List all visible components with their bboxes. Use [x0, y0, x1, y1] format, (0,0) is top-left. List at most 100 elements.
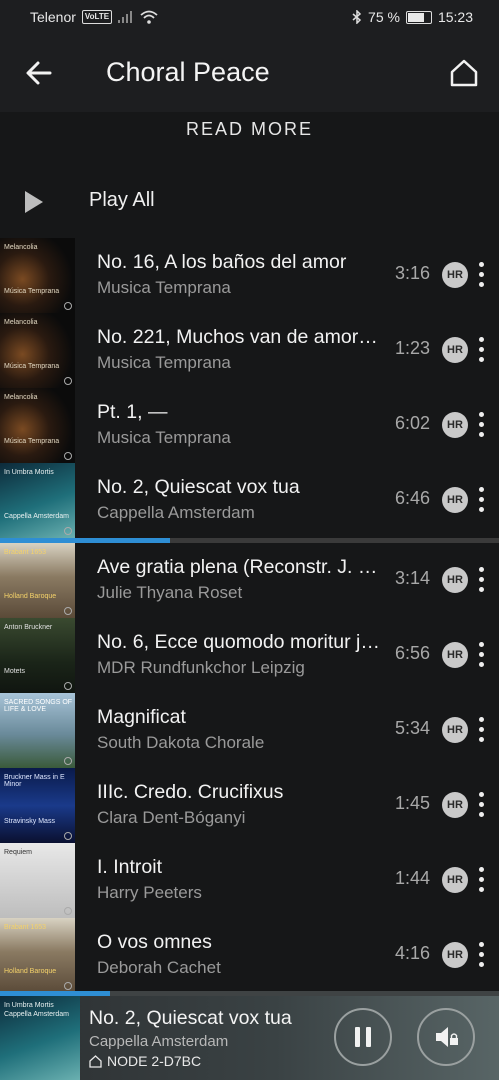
now-playing-art-title: In Umbra Mortis — [4, 1002, 54, 1009]
track-row[interactable]: Melancolia Música Temprana No. 16, A los b… — [0, 238, 499, 313]
more-options-icon[interactable] — [477, 867, 487, 895]
track-duration: 6:56 — [394, 643, 430, 663]
hi-res-badge: HR — [442, 487, 468, 513]
track-duration: 6:02 — [394, 413, 430, 433]
track-artist: Julie Thyana Roset — [97, 583, 243, 602]
track-duration: 3:16 — [394, 263, 430, 283]
track-artist: Musica Temprana — [97, 278, 231, 297]
album-art-subtitle: Cappella Amsterdam — [4, 513, 69, 520]
hi-res-badge: HR — [442, 567, 468, 593]
volte-badge: VoLTE — [81, 10, 113, 24]
track-row[interactable]: SACRED SONGS OF LIFE & LOVE Magnificat Sou… — [0, 693, 499, 768]
track-duration: 4:16 — [394, 943, 430, 963]
album-art: Requiem — [0, 843, 75, 918]
track-row[interactable]: Melancolia Música Temprana No. 221, Muchos… — [0, 313, 499, 388]
track-row[interactable]: In Umbra Mortis Cappella Amsterdam No. 2, … — [0, 463, 499, 538]
hi-res-badge: HR — [442, 867, 468, 893]
album-art-title: Melancolia — [4, 394, 38, 401]
album-art-subtitle: Música Temprana — [4, 438, 60, 445]
now-playing-art-sub: Cappella Amsterdam — [4, 1011, 69, 1018]
pause-button[interactable] — [334, 1008, 392, 1066]
wifi-icon — [140, 10, 158, 24]
now-playing-artist: Cappella Amsterdam — [89, 1033, 229, 1050]
album-art-subtitle: Música Temprana — [4, 363, 60, 370]
hi-res-badge: HR — [442, 642, 468, 668]
play-all-row[interactable]: Play All — [0, 176, 499, 226]
album-art: SACRED SONGS OF LIFE & LOVE — [0, 693, 75, 768]
album-art-subtitle: Holland Baroque — [4, 968, 57, 975]
track-row[interactable]: Bruckner Mass in E Minor Stravinsky Mass I… — [0, 768, 499, 843]
track-row[interactable]: Anton Bruckner Motets No. 6, Ecce quomodo … — [0, 618, 499, 693]
track-artist: South Dakota Chorale — [97, 733, 265, 752]
read-more-button[interactable]: READ MORE — [0, 119, 499, 140]
album-art-title: SACRED SONGS OF LIFE & LOVE — [4, 699, 73, 713]
home-icon — [89, 1054, 102, 1068]
track-list: Melancolia Música Temprana No. 16, A los b… — [0, 238, 499, 993]
more-options-icon[interactable] — [477, 642, 487, 670]
track-artist: Musica Temprana — [97, 428, 231, 447]
track-row[interactable]: Brabant 1653 Holland Baroque O vos omnes De… — [0, 918, 499, 993]
page-title: Choral Peace — [106, 57, 270, 87]
play-all-label: Play All — [89, 189, 155, 211]
album-art: Melancolia Música Temprana — [0, 313, 75, 388]
album-art-dot — [64, 682, 72, 690]
album-art-title: Brabant 1653 — [4, 924, 47, 931]
track-duration: 1:45 — [394, 793, 430, 813]
album-art: Brabant 1653 Holland Baroque — [0, 543, 75, 618]
track-duration: 6:46 — [394, 488, 430, 508]
album-art-title: Requiem — [4, 849, 33, 856]
album-art-title: Brabant 1653 — [4, 549, 47, 556]
more-options-icon[interactable] — [477, 792, 487, 820]
header: Choral Peace — [0, 36, 499, 112]
now-playing-album-art: In Umbra Mortis Cappella Amsterdam — [0, 996, 80, 1080]
more-options-icon[interactable] — [477, 567, 487, 595]
track-duration: 3:14 — [394, 568, 430, 588]
album-art-subtitle: Música Temprana — [4, 288, 60, 295]
more-options-icon[interactable] — [477, 717, 487, 745]
track-artist: Musica Temprana — [97, 353, 231, 372]
track-artist: MDR Rundfunkchor Leipzig — [97, 658, 305, 677]
back-arrow-icon[interactable] — [22, 56, 56, 90]
hi-res-badge: HR — [442, 337, 468, 363]
status-bar: Telenor VoLTE 75 % 15:23 — [0, 0, 499, 36]
track-artist: Harry Peeters — [97, 883, 202, 902]
hi-res-badge: HR — [442, 262, 468, 288]
more-options-icon[interactable] — [477, 412, 487, 440]
album-art-title: Melancolia — [4, 319, 38, 326]
volume-button[interactable] — [417, 1008, 475, 1066]
album-art: In Umbra Mortis Cappella Amsterdam — [0, 463, 75, 538]
battery-icon — [405, 10, 432, 24]
album-art-dot — [64, 302, 72, 310]
track-artist: Deborah Cachet — [97, 958, 221, 977]
bluetooth-icon — [352, 10, 362, 24]
home-icon[interactable] — [447, 56, 481, 90]
play-icon — [25, 191, 43, 213]
track-row[interactable]: Melancolia Música Temprana Pt. 1, — Musica … — [0, 388, 499, 463]
track-duration: 5:34 — [394, 718, 430, 738]
carrier-name: Telenor — [30, 9, 76, 25]
track-duration: 1:23 — [394, 338, 430, 358]
album-art-dot — [64, 757, 72, 765]
now-playing-bar[interactable]: In Umbra Mortis Cappella Amsterdam No. 2… — [0, 991, 499, 1080]
album-art-dot — [64, 832, 72, 840]
track-title: No. 16, A los baños del amor — [97, 251, 347, 273]
hi-res-badge: HR — [442, 792, 468, 818]
hi-res-badge: HR — [442, 717, 468, 743]
zone-name: NODE 2-D7BC — [107, 1053, 202, 1069]
more-options-icon[interactable] — [477, 262, 487, 290]
more-options-icon[interactable] — [477, 942, 487, 970]
album-art-title: Melancolia — [4, 244, 38, 251]
album-art: Brabant 1653 Holland Baroque — [0, 918, 75, 993]
more-options-icon[interactable] — [477, 487, 487, 515]
album-art-title: Bruckner Mass in E Minor — [4, 774, 65, 788]
battery-level — [407, 12, 424, 22]
album-art-subtitle: Motets — [4, 668, 26, 675]
track-title: Magnificat — [97, 706, 186, 728]
signal-icon — [118, 11, 133, 23]
more-options-icon[interactable] — [477, 337, 487, 365]
track-row[interactable]: Brabant 1653 Holland Baroque Ave gratia pl… — [0, 543, 499, 618]
now-playing-zone[interactable]: NODE 2-D7BC — [89, 1053, 201, 1069]
track-row[interactable]: Requiem I. Introit Harry Peeters 1:44 HR — [0, 843, 499, 918]
track-title: No. 221, Muchos van de amor herid — [97, 326, 383, 348]
track-title: Pt. 1, — — [97, 401, 168, 423]
